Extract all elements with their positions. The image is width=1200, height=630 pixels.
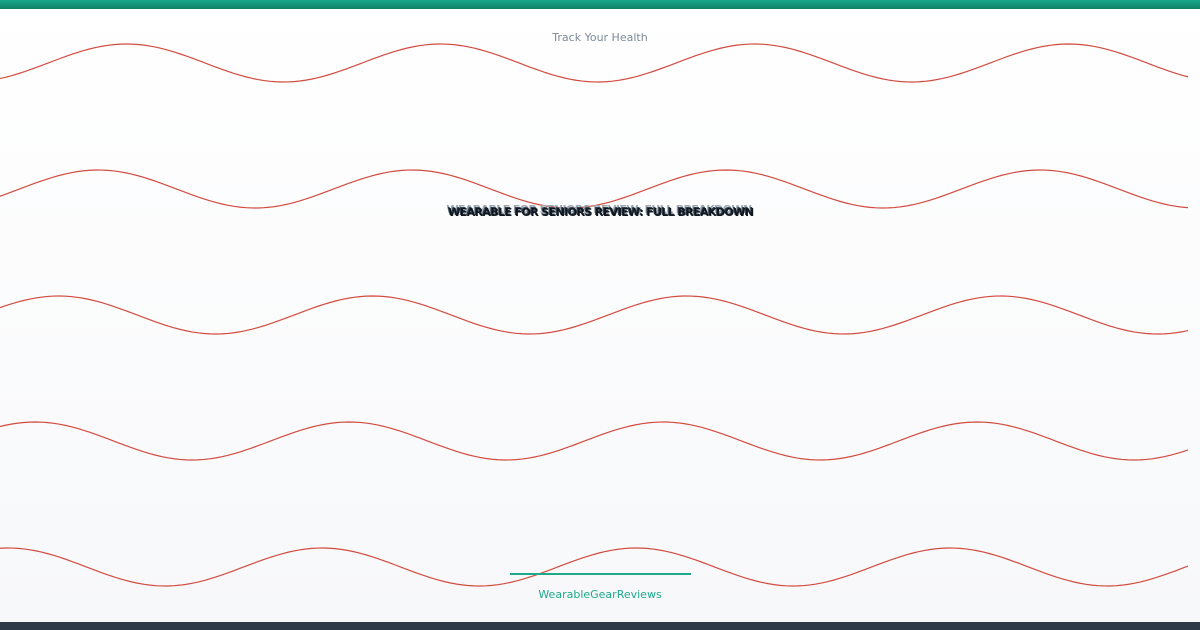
- wave-line-5: [0, 547, 1189, 587]
- wave-line-1: [0, 43, 1189, 83]
- wave-line-3: [0, 295, 1189, 335]
- bottom-bar: [0, 622, 1200, 630]
- wave-background: [0, 43, 1189, 587]
- top-accent-bar: [0, 0, 1200, 9]
- headline: WEARABLE FOR SENIORS REVIEW: FULL BREAKD…: [448, 206, 754, 219]
- footer-brand: WearableGearReviews: [538, 588, 662, 601]
- footer-divider: [510, 573, 691, 575]
- headline-group: WEARABLE FOR SENIORS REVIEW: FULL BREAKD…: [0, 203, 1200, 223]
- wave-line-4: [0, 421, 1189, 461]
- tagline: Track Your Health: [552, 31, 648, 44]
